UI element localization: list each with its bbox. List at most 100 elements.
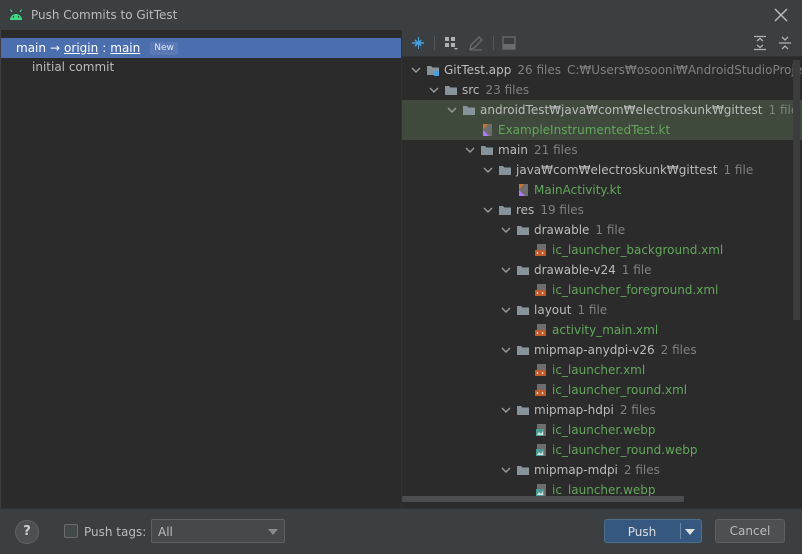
tree-file-row[interactable]: activity_main.xml [402, 320, 802, 340]
push-arrow: → [49, 41, 61, 55]
chevron-down-icon[interactable] [500, 304, 512, 316]
tree-item-name: ic_launcher.xml [552, 363, 646, 377]
xml-file-icon [535, 284, 546, 296]
commits-panel: main → origin : main New initial commit [1, 30, 401, 508]
chevron-down-icon[interactable] [428, 84, 440, 96]
diff-window-icon[interactable] [500, 34, 518, 52]
tree-file-row[interactable]: MainActivity.kt [402, 180, 802, 200]
chevron-down-icon[interactable] [500, 404, 512, 416]
tree-file-row[interactable]: ic_launcher_foreground.xml [402, 280, 802, 300]
changes-panel: GitTest.app 26 files C:₩Users₩osooni₩Andro… [402, 30, 802, 508]
folder-icon [517, 466, 529, 475]
chevron-down-icon[interactable] [464, 144, 476, 156]
tree-folder-row[interactable]: mipmap-mdpi 2 files [402, 460, 802, 480]
tree-folder-row[interactable]: GitTest.app 26 files C:₩Users₩osooni₩Andro… [402, 60, 802, 80]
tree-file-row[interactable]: ic_launcher.xml [402, 360, 802, 380]
tree-item-name: androidTest₩java₩com₩electroskunk₩gittes… [480, 103, 763, 117]
dialog-footer: ? Push tags: All Push Cancel [0, 508, 802, 554]
tree-file-row[interactable]: ic_launcher_background.xml [402, 240, 802, 260]
folder-icon [481, 146, 493, 155]
tree-item-name: ic_launcher_round.xml [552, 383, 688, 397]
tree-item-name: java₩com₩electroskunk₩gittest [516, 163, 718, 177]
image-file-icon [536, 424, 546, 436]
chevron-down-icon[interactable] [500, 264, 512, 276]
tree-folder-row[interactable]: src 23 files [402, 80, 802, 100]
tree-item-name: ic_launcher_background.xml [552, 243, 724, 257]
tree-folder-row[interactable]: androidTest₩java₩com₩electroskunk₩gittes… [402, 100, 802, 120]
dropdown-arrow-icon [268, 529, 278, 535]
chevron-down-icon[interactable] [446, 104, 458, 116]
remote-branch-link[interactable]: main [110, 41, 140, 55]
remote-link[interactable]: origin [64, 41, 98, 55]
push-button-label: Push [627, 525, 657, 539]
chevron-down-icon[interactable] [500, 464, 512, 476]
horizontal-scrollbar[interactable] [402, 496, 684, 502]
tree-item-name: main [498, 143, 528, 157]
xml-file-icon [535, 244, 546, 256]
tree-folder-row[interactable]: main 21 files [402, 140, 802, 160]
expand-all-icon[interactable] [751, 34, 769, 52]
close-icon[interactable] [772, 6, 790, 24]
tree-file-row[interactable]: ic_launcher_round.xml [402, 380, 802, 400]
tree-item-count: 23 files [485, 83, 530, 97]
vertical-scrollbar[interactable] [793, 60, 800, 320]
changes-tree: GitTest.app 26 files C:₩Users₩osooni₩Andro… [402, 58, 802, 498]
branch-push-target[interactable]: main → origin : main New [1, 38, 401, 58]
collapse-all-icon[interactable] [776, 34, 794, 52]
group-by-icon[interactable] [442, 34, 460, 52]
tree-folder-row[interactable]: drawable-v24 1 file [402, 260, 802, 280]
chevron-down-icon[interactable] [482, 164, 494, 176]
tree-item-count: 26 files [517, 63, 561, 77]
folder-icon [499, 206, 511, 215]
tree-folder-row[interactable]: mipmap-anydpi-v26 2 files [402, 340, 802, 360]
tree-item-name: drawable-v24 [534, 263, 616, 277]
push-split-divider [680, 523, 681, 539]
tree-folder-row[interactable]: layout 1 file [402, 300, 802, 320]
title-bar: Push Commits to GitTest [0, 0, 802, 30]
folder-icon [517, 346, 529, 355]
push-tags-select[interactable]: All [151, 519, 285, 543]
cancel-button[interactable]: Cancel [715, 519, 785, 543]
edit-source-icon[interactable] [467, 34, 485, 52]
tree-item-name: ic_launcher.webp [552, 423, 656, 437]
commit-item[interactable]: initial commit [32, 60, 114, 74]
tree-item-name: mipmap-hdpi [534, 403, 614, 417]
tree-folder-row[interactable]: mipmap-hdpi 2 files [402, 400, 802, 420]
tree-item-name: GitTest.app [444, 63, 512, 77]
push-tags-value: All [158, 525, 173, 539]
xml-file-icon [535, 324, 546, 336]
show-diff-icon[interactable] [409, 34, 427, 52]
xml-file-icon [535, 364, 546, 376]
tree-item-path: C:₩Users₩osooni₩AndroidStudioProjects₩El… [567, 63, 802, 77]
tree-folder-row[interactable]: drawable 1 file [402, 220, 802, 240]
xml-file-icon [535, 384, 546, 396]
push-button[interactable]: Push [604, 519, 702, 543]
tree-item-name: activity_main.xml [552, 323, 659, 337]
chevron-down-icon[interactable] [482, 204, 494, 216]
tree-folder-row[interactable]: java₩com₩electroskunk₩gittest 1 file [402, 160, 802, 180]
folder-icon [517, 226, 529, 235]
chevron-down-icon[interactable] [410, 64, 422, 76]
folder-icon [499, 166, 511, 175]
tree-item-count: 1 file [723, 163, 754, 177]
image-file-icon [536, 444, 546, 456]
tree-item-count: 1 file [577, 303, 608, 317]
remote-separator: : [102, 41, 107, 55]
chevron-down-icon[interactable] [500, 224, 512, 236]
chevron-down-icon[interactable] [500, 344, 512, 356]
tree-item-count: 1 file [595, 223, 626, 237]
tree-item-count: 1 file [621, 263, 652, 277]
tree-file-row[interactable]: ic_launcher.webp [402, 420, 802, 440]
tree-file-row[interactable]: ExampleInstrumentedTest.kt [402, 120, 802, 140]
tree-item-name: res [516, 203, 535, 217]
tree-item-count: 2 files [660, 343, 697, 357]
push-options-icon[interactable] [685, 529, 695, 535]
push-tags-label[interactable]: Push tags: [84, 525, 146, 539]
tree-item-name: ic_launcher.webp [552, 483, 656, 497]
help-button[interactable]: ? [15, 520, 39, 544]
folder-icon [517, 266, 529, 275]
push-tags-checkbox[interactable] [64, 524, 78, 538]
tree-file-row[interactable]: ic_launcher_round.webp [402, 440, 802, 460]
tree-folder-row[interactable]: res 19 files [402, 200, 802, 220]
tree-item-count: 21 files [533, 143, 578, 157]
